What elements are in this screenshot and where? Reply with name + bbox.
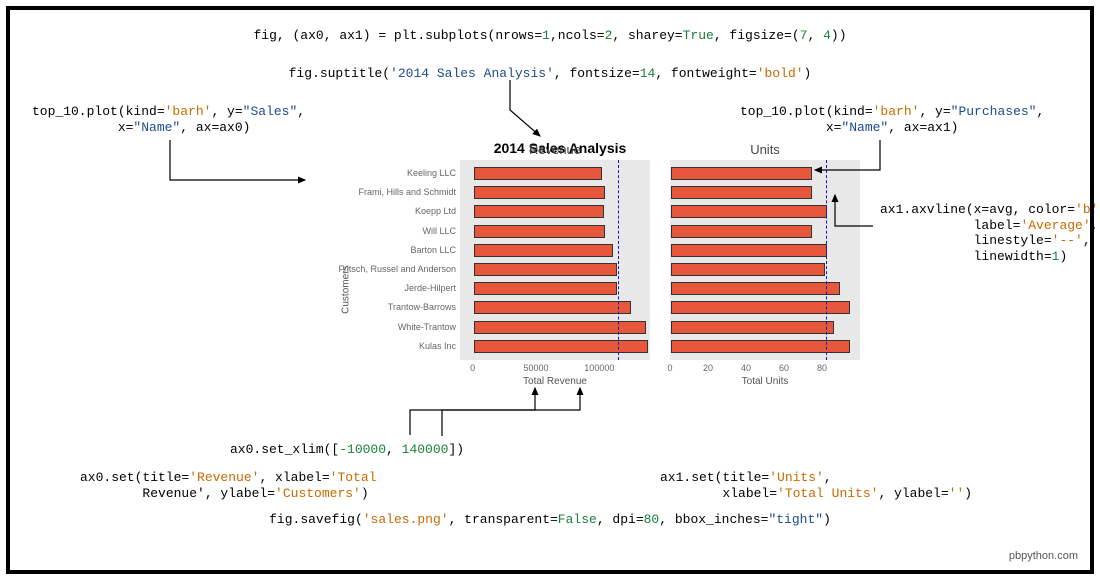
bar	[671, 263, 825, 276]
bar	[671, 340, 850, 353]
bar	[474, 282, 617, 295]
code-plot-left: top_10.plot(kind='barh', y="Sales", x="N…	[32, 104, 305, 135]
bar	[671, 244, 827, 257]
bar	[474, 340, 649, 353]
ytick-label: Kulas Inc	[419, 340, 456, 353]
bar	[474, 225, 606, 238]
subplot-units: Units Total Units 020406080	[670, 160, 860, 360]
code-savefig: fig.savefig('sales.png', transparent=Fal…	[10, 512, 1090, 528]
ytick-label: Barton LLC	[410, 244, 456, 257]
bar	[474, 205, 604, 218]
ytick-label: Fritsch, Russel and Anderson	[338, 263, 456, 276]
ytick-label: Will LLC	[422, 225, 456, 238]
code-axvline: ax1.axvline(x=avg, color='b', label='Ave…	[880, 202, 1100, 264]
ytick-label: Jerde-Hilpert	[404, 282, 456, 295]
code-xlim: ax0.set_xlim([-10000, 140000])	[230, 442, 464, 458]
ytick-label: Trantow-Barrows	[388, 301, 456, 314]
avg-line	[826, 160, 827, 360]
bar	[671, 282, 840, 295]
avg-line	[618, 160, 619, 360]
ytick-label: Frami, Hills and Schmidt	[358, 186, 456, 199]
bar	[474, 321, 646, 334]
chart-figure: 2014 Sales Analysis Customers Revenue Ke…	[310, 140, 810, 400]
bar	[474, 186, 606, 199]
bar	[671, 186, 812, 199]
subplot-title: Revenue	[460, 142, 650, 157]
subplot-title: Units	[670, 142, 860, 157]
code-setright: ax1.set(title='Units', xlabel='Total Uni…	[660, 470, 972, 501]
bar	[474, 244, 613, 257]
bar	[671, 321, 834, 334]
ytick-label: Koepp Ltd	[415, 205, 456, 218]
bar	[474, 263, 617, 276]
bar	[671, 205, 827, 218]
subplot-xlabel: Total Revenue	[460, 376, 650, 387]
ytick-label: Keeling LLC	[407, 167, 456, 180]
bar	[671, 301, 850, 314]
subplot-xlabel: Total Units	[670, 376, 860, 387]
xtick-label: 0	[470, 363, 475, 373]
xtick-label: 60	[779, 363, 789, 373]
code-suptitle: fig.suptitle('2014 Sales Analysis', font…	[10, 66, 1090, 82]
code-plot-right: top_10.plot(kind='barh', y="Purchases", …	[740, 104, 1044, 135]
bar	[474, 167, 602, 180]
xtick-label: 80	[817, 363, 827, 373]
source-label: pbpython.com	[1009, 550, 1078, 562]
code-subplots: fig, (ax0, ax1) = plt.subplots(nrows=1,n…	[10, 28, 1090, 44]
xtick-label: 50000	[523, 363, 548, 373]
xtick-label: 20	[703, 363, 713, 373]
ytick-label: White-Trantow	[398, 321, 456, 334]
bar	[474, 301, 631, 314]
bar	[671, 225, 812, 238]
subplot-revenue: Revenue Keeling LLCFrami, Hills and Schm…	[460, 160, 650, 360]
code-setleft: ax0.set(title='Revenue', xlabel='Total R…	[80, 470, 376, 501]
xtick-label: 40	[741, 363, 751, 373]
bar	[671, 167, 812, 180]
xtick-label: 100000	[584, 363, 614, 373]
xtick-label: 0	[667, 363, 672, 373]
